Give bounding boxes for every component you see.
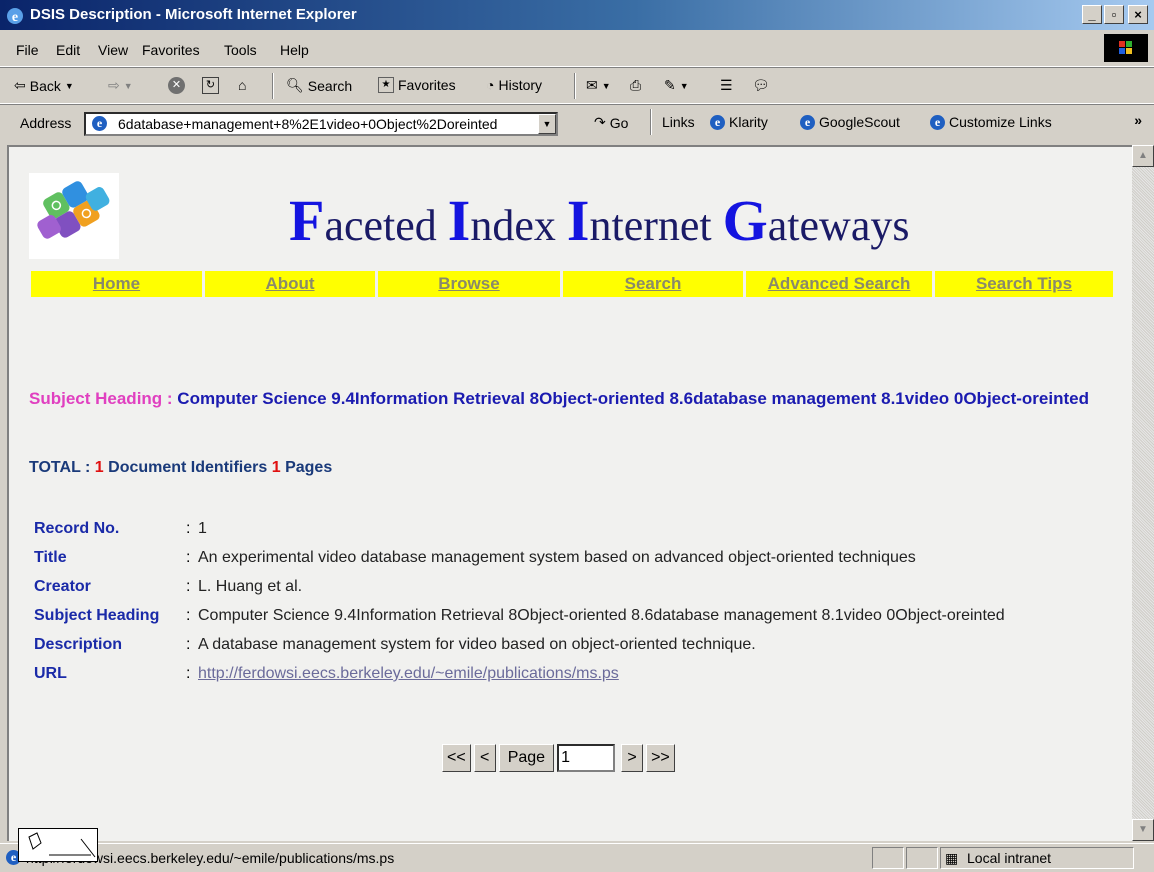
record-row-creator: Creator: L. Huang et al.: [34, 578, 303, 595]
cursor-drag-icon: [18, 828, 98, 862]
edit-button[interactable]: ✎ ▼: [664, 77, 689, 94]
page-viewport: Faceted Index Internet Gateways Home Abo…: [7, 145, 1132, 841]
intranet-icon: ▦: [945, 850, 959, 866]
chevron-down-icon: ▼: [64, 80, 74, 91]
page-button[interactable]: Page: [498, 744, 555, 772]
document-count: 1: [94, 459, 104, 476]
scroll-down-button[interactable]: ▼: [1132, 819, 1154, 841]
address-label: Address: [20, 115, 72, 131]
link-customize-links[interactable]: e Customize Links: [930, 114, 1052, 130]
discuss-button[interactable]: ☰: [720, 77, 733, 94]
scroll-up-button[interactable]: ▲: [1132, 145, 1154, 167]
search-icon: 🔍︎: [286, 77, 304, 93]
record-row-subject: Subject Heading: Computer Science 9.4Info…: [34, 607, 1005, 624]
close-button[interactable]: ×: [1128, 5, 1148, 24]
refresh-icon: ↻: [202, 77, 219, 94]
link-googlescout[interactable]: e GoogleScout: [800, 114, 900, 130]
ie-page-icon: e: [930, 114, 945, 130]
edit-icon: ✎: [664, 77, 676, 93]
menu-edit[interactable]: Edit: [56, 42, 80, 58]
stop-button[interactable]: ✕: [168, 77, 185, 94]
vertical-scrollbar[interactable]: ▲ ▼: [1132, 145, 1154, 841]
print-button[interactable]: ⎙: [630, 77, 641, 94]
nav-about[interactable]: About: [205, 271, 375, 297]
prev-page-button[interactable]: <: [473, 744, 496, 772]
window-title: DSIS Description - Microsoft Internet Ex…: [30, 6, 357, 23]
ie-page-icon: e: [710, 114, 725, 130]
record-row-number: Record No.:1: [34, 520, 207, 537]
standard-toolbar: ⇦ Back ▼ ⇨ ▼ ✕ ↻ ⌂ 🔍︎ Search ★ Favorites ◔ His…: [0, 67, 1154, 104]
total-summary: TOTAL : 1 Document Identifiers 1 Pages: [29, 459, 333, 476]
print-icon: ⎙: [630, 77, 642, 93]
ie-page-icon: e: [800, 114, 815, 130]
link-klarity[interactable]: e Klarity: [710, 114, 768, 130]
back-button[interactable]: ⇦ Back ▼: [14, 77, 74, 94]
discuss-icon: ☰: [720, 77, 733, 93]
address-bar: Address e 6database+management+8%2E1vide…: [0, 104, 1154, 140]
next-page-button[interactable]: >: [621, 744, 644, 772]
history-icon: ◔: [486, 77, 495, 93]
history-button[interactable]: ◔ History: [486, 77, 542, 93]
page-count: 1: [271, 459, 281, 476]
record-row-description: Description: A database management system…: [34, 636, 756, 653]
ie-logo-icon: e: [7, 8, 23, 25]
mail-icon: ✉: [586, 77, 598, 93]
site-logo: [29, 173, 119, 259]
go-button[interactable]: ↷ Go: [594, 114, 628, 131]
mail-button[interactable]: ✉ ▼: [586, 77, 611, 94]
favorites-button[interactable]: ★ Favorites: [378, 77, 456, 93]
back-arrow-icon: ⇦: [14, 77, 26, 93]
home-button[interactable]: ⌂: [238, 77, 246, 93]
last-page-button[interactable]: >>: [646, 744, 675, 772]
page-number-input[interactable]: 1: [557, 744, 616, 772]
menu-help[interactable]: Help: [280, 42, 309, 58]
stop-icon: ✕: [168, 77, 185, 94]
window-titlebar: e DSIS Description - Microsoft Internet …: [0, 0, 1154, 30]
subject-heading: Subject Heading : Computer Science 9.4In…: [29, 389, 1089, 408]
nav-advanced-search[interactable]: Advanced Search: [746, 271, 932, 297]
zone-panel: ▦ Local intranet: [940, 847, 1134, 869]
menu-tools[interactable]: Tools: [224, 42, 257, 58]
page-icon: e: [92, 116, 107, 131]
menu-favorites[interactable]: Favorites: [142, 42, 200, 58]
record-row-url: URL: http://ferdowsi.eecs.berkeley.edu/~e…: [34, 665, 619, 682]
status-bar: e http://ferdowsi.eecs.berkeley.edu/~emi…: [0, 843, 1154, 872]
zone-label: Local intranet: [967, 850, 1052, 866]
links-label: Links: [662, 114, 695, 130]
chevron-right-icon[interactable]: »: [1134, 112, 1142, 128]
forward-button[interactable]: ⇨ ▼: [108, 77, 133, 94]
nav-search[interactable]: Search: [563, 271, 743, 297]
chevron-down-icon: ▼: [601, 80, 611, 91]
forward-arrow-icon: ⇨: [108, 77, 120, 93]
address-dropdown-button[interactable]: ▼: [538, 114, 556, 134]
nav-home[interactable]: Home: [31, 271, 202, 297]
home-icon: ⌂: [238, 77, 247, 93]
go-arrow-icon: ↷: [594, 114, 606, 130]
pagination: << < Page 1 > >>: [442, 743, 675, 773]
chevron-down-icon: ▼: [679, 80, 689, 91]
record-table: Record No.:1 Title: An experimental video…: [34, 517, 1094, 691]
address-input[interactable]: e 6database+management+8%2E1video+0Objec…: [84, 112, 558, 136]
record-url-link[interactable]: http://ferdowsi.eecs.berkeley.edu/~emile…: [198, 665, 619, 682]
record-row-title: Title: An experimental video database man…: [34, 549, 916, 566]
site-nav: Home About Browse Search Advanced Search…: [31, 271, 1113, 297]
site-headline: Faceted Index Internet Gateways: [289, 188, 910, 253]
maximize-button[interactable]: ▫: [1104, 5, 1124, 24]
messenger-icon: 💬︎: [752, 77, 770, 93]
menu-bar: File Edit View Favorites Tools Help: [0, 30, 1154, 67]
menu-view[interactable]: View: [98, 42, 128, 58]
menu-file[interactable]: File: [16, 42, 39, 58]
first-page-button[interactable]: <<: [442, 744, 471, 772]
chevron-down-icon: ▼: [123, 80, 133, 91]
favorites-icon: ★: [378, 77, 394, 93]
nav-browse[interactable]: Browse: [378, 271, 560, 297]
refresh-button[interactable]: ↻: [202, 77, 219, 94]
messenger-button[interactable]: 💬︎: [752, 77, 770, 94]
svg-text:e: e: [12, 10, 18, 25]
windows-logo-icon: [1104, 34, 1148, 62]
minimize-button[interactable]: _: [1082, 5, 1102, 24]
nav-search-tips[interactable]: Search Tips: [935, 271, 1113, 297]
search-button[interactable]: 🔍︎ Search: [286, 77, 352, 94]
